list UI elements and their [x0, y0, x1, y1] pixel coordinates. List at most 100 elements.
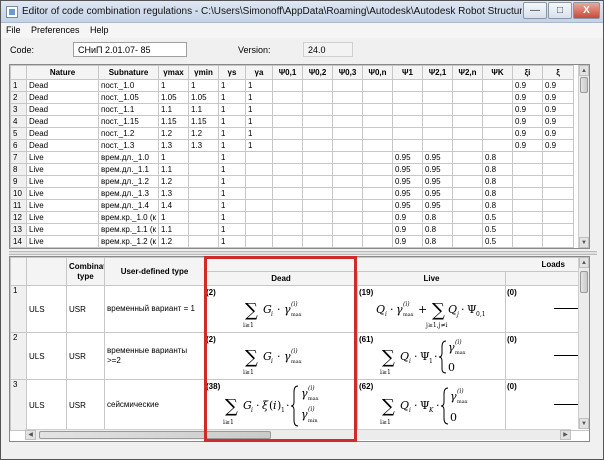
table-cell[interactable]: [245, 211, 273, 224]
table-cell[interactable]: [272, 139, 303, 152]
table-cell[interactable]: 1.05: [158, 91, 189, 104]
table-cell[interactable]: [302, 127, 333, 140]
table-cell[interactable]: 1: [158, 79, 189, 92]
table-cell[interactable]: врем.дл._1.4: [98, 199, 159, 212]
table-cell[interactable]: 1.05: [188, 91, 219, 104]
table-cell[interactable]: [332, 187, 363, 200]
table-cell[interactable]: 0.95: [422, 187, 453, 200]
table-cell[interactable]: [362, 127, 393, 140]
table-cell[interactable]: 1: [245, 79, 273, 92]
table-cell[interactable]: 1.3: [158, 247, 189, 248]
table-cell[interactable]: 0.9: [512, 91, 543, 104]
table-cell[interactable]: [188, 151, 219, 164]
table-cell[interactable]: [245, 247, 273, 248]
table-cell[interactable]: [422, 115, 453, 128]
table-cell[interactable]: Live: [26, 235, 99, 248]
table-row[interactable]: 9 Live врем.дл._1.2 1.2 1 0.95 0.95 0.8: [10, 175, 574, 188]
table-cell[interactable]: [512, 163, 543, 176]
table-cell[interactable]: [245, 175, 273, 188]
table-row[interactable]: 3 Dead пост._1.1 1.1 1.1 1 1 0.9 0.9: [10, 103, 574, 116]
combinations-scroll-thumb[interactable]: [580, 271, 588, 293]
table-cell[interactable]: 1: [245, 103, 273, 116]
table-cell[interactable]: 0.8: [482, 163, 513, 176]
corner-header[interactable]: [10, 65, 27, 80]
table-cell[interactable]: 1.1: [158, 223, 189, 236]
table-cell[interactable]: Live: [26, 199, 99, 212]
table-cell[interactable]: [362, 199, 393, 212]
menu-file[interactable]: File: [6, 25, 21, 35]
table-cell[interactable]: 0.9: [392, 235, 423, 248]
table-cell[interactable]: [272, 127, 303, 140]
table-cell[interactable]: [302, 79, 333, 92]
table-cell[interactable]: 1: [245, 91, 273, 104]
column-header[interactable]: Nature: [26, 65, 99, 80]
table-cell[interactable]: [482, 79, 513, 92]
table-cell[interactable]: 0.95: [392, 163, 423, 176]
column-header[interactable]: γs: [218, 65, 246, 80]
combination-type-cell[interactable]: USR: [66, 332, 105, 380]
table-cell[interactable]: 0.9: [512, 79, 543, 92]
table-cell[interactable]: 0.9: [542, 139, 574, 152]
table-cell[interactable]: [362, 247, 393, 248]
table-cell[interactable]: [452, 235, 483, 248]
table-cell[interactable]: 0.9: [512, 139, 543, 152]
column-header[interactable]: Ψ2,1: [422, 65, 453, 80]
combinations-vertical-scrollbar[interactable]: ▲ ▼: [578, 257, 589, 429]
table-cell[interactable]: [542, 175, 574, 188]
table-cell[interactable]: [332, 139, 363, 152]
table-cell[interactable]: пост._1.3: [98, 139, 159, 152]
live-formula-cell[interactable]: (61) ∑ i≥1 Q i · Ψ 1 · γ (i) max 0: [357, 332, 506, 380]
table-cell[interactable]: [332, 163, 363, 176]
table-cell[interactable]: [512, 187, 543, 200]
table-cell[interactable]: 0.9: [392, 211, 423, 224]
table-cell[interactable]: [188, 235, 219, 248]
table-cell[interactable]: врем.дл._1.1: [98, 163, 159, 176]
table-cell[interactable]: [272, 151, 303, 164]
table-cell[interactable]: Live: [26, 223, 99, 236]
table-row[interactable]: 2 Dead пост._1.05 1.05 1.05 1 1 0.9 0.9: [10, 91, 574, 104]
table-row[interactable]: 13 Live врем.кр._1.1 (к 1.1 1 0.9 0.8 0.5: [10, 223, 574, 236]
table-cell[interactable]: [332, 175, 363, 188]
table-cell[interactable]: 0.8: [482, 199, 513, 212]
table-cell[interactable]: 1: [158, 151, 189, 164]
table-cell[interactable]: [452, 247, 483, 248]
table-cell[interactable]: [512, 199, 543, 212]
table-cell[interactable]: 0.95: [392, 151, 423, 164]
table-cell[interactable]: [272, 175, 303, 188]
table-cell[interactable]: 0.95: [422, 175, 453, 188]
table-cell[interactable]: [332, 199, 363, 212]
table-cell[interactable]: 0.8: [422, 235, 453, 248]
table-cell[interactable]: 1: [218, 247, 246, 248]
table-cell[interactable]: [392, 103, 423, 116]
table-cell[interactable]: [542, 199, 574, 212]
table-cell[interactable]: 1: [245, 139, 273, 152]
table-cell[interactable]: 1: [218, 127, 246, 140]
table-row[interactable]: 7 Live врем.дл._1.0 1 1 0.95 0.95 0.8: [10, 151, 574, 164]
table-cell[interactable]: [452, 223, 483, 236]
table-cell[interactable]: 0.95: [392, 187, 423, 200]
table-cell[interactable]: 1: [218, 139, 246, 152]
table-cell[interactable]: [188, 247, 219, 248]
table-cell[interactable]: [245, 235, 273, 248]
table-cell[interactable]: [452, 151, 483, 164]
column-header[interactable]: ξi: [512, 65, 543, 80]
dead-formula-cell[interactable]: (38) ∑ i≥1 G i · ξ ( i ) 1 · γ (i) max γ…: [204, 379, 358, 431]
table-cell[interactable]: Live: [26, 187, 99, 200]
column-header[interactable]: Ψ1: [392, 65, 423, 80]
table-cell[interactable]: [422, 103, 453, 116]
scroll-up-arrow-icon[interactable]: ▲: [579, 257, 589, 268]
table-cell[interactable]: [512, 175, 543, 188]
table-cell[interactable]: [392, 115, 423, 128]
table-cell[interactable]: [302, 103, 333, 116]
table-cell[interactable]: врем.дл._1.3: [98, 187, 159, 200]
table-cell[interactable]: 1: [218, 79, 246, 92]
table-cell[interactable]: [482, 103, 513, 116]
table-cell[interactable]: 0.8: [422, 223, 453, 236]
table-cell[interactable]: 1: [218, 187, 246, 200]
scroll-down-arrow-icon[interactable]: ▼: [579, 418, 589, 429]
table-cell[interactable]: 1.15: [158, 115, 189, 128]
table-cell[interactable]: 1: [218, 211, 246, 224]
code-field[interactable]: СНиП 2.01.07- 85: [73, 42, 187, 57]
table-cell[interactable]: пост._1.0: [98, 79, 159, 92]
table-cell[interactable]: [302, 91, 333, 104]
